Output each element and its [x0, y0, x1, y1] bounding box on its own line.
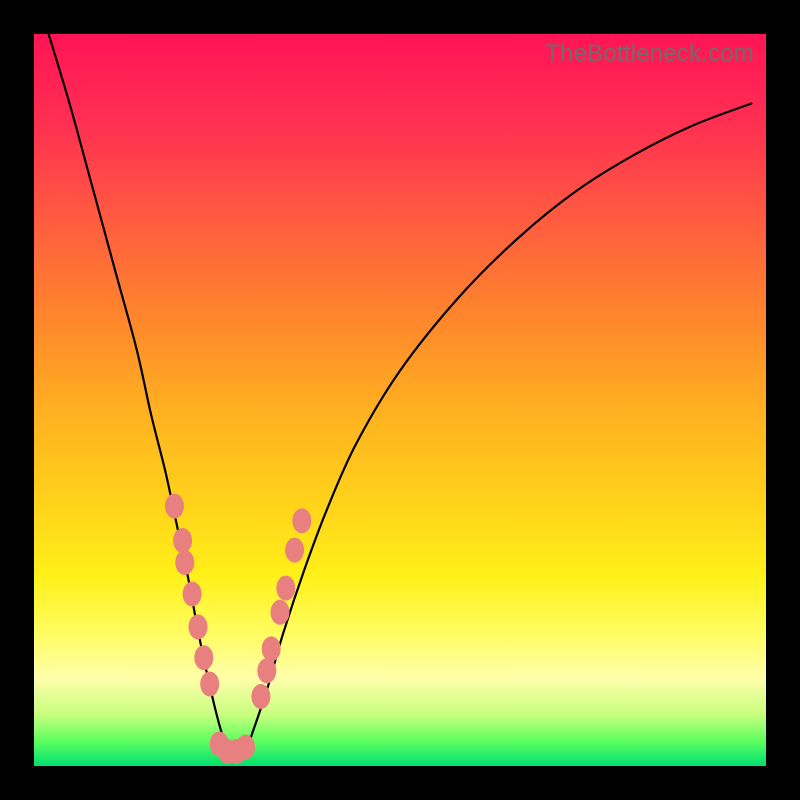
bead-marker: [276, 576, 295, 601]
bead-marker: [194, 645, 213, 670]
bead-marker: [173, 528, 192, 553]
bead-marker: [183, 582, 202, 607]
bead-marker: [200, 672, 219, 697]
bead-marker: [175, 550, 194, 575]
bead-marker: [189, 614, 208, 639]
bead-marker: [165, 494, 184, 519]
plot-area: TheBottleneck.com: [34, 34, 766, 766]
bead-marker: [251, 684, 270, 709]
bead-marker: [285, 538, 304, 563]
bead-group: [165, 494, 311, 764]
curve-layer: [34, 34, 766, 766]
bottleneck-curve: [49, 34, 752, 762]
bead-marker: [292, 508, 311, 533]
bead-marker: [271, 600, 290, 625]
bead-marker: [257, 658, 276, 683]
bead-marker: [262, 636, 281, 661]
bead-marker: [236, 735, 255, 760]
outer-frame: TheBottleneck.com: [0, 0, 800, 800]
